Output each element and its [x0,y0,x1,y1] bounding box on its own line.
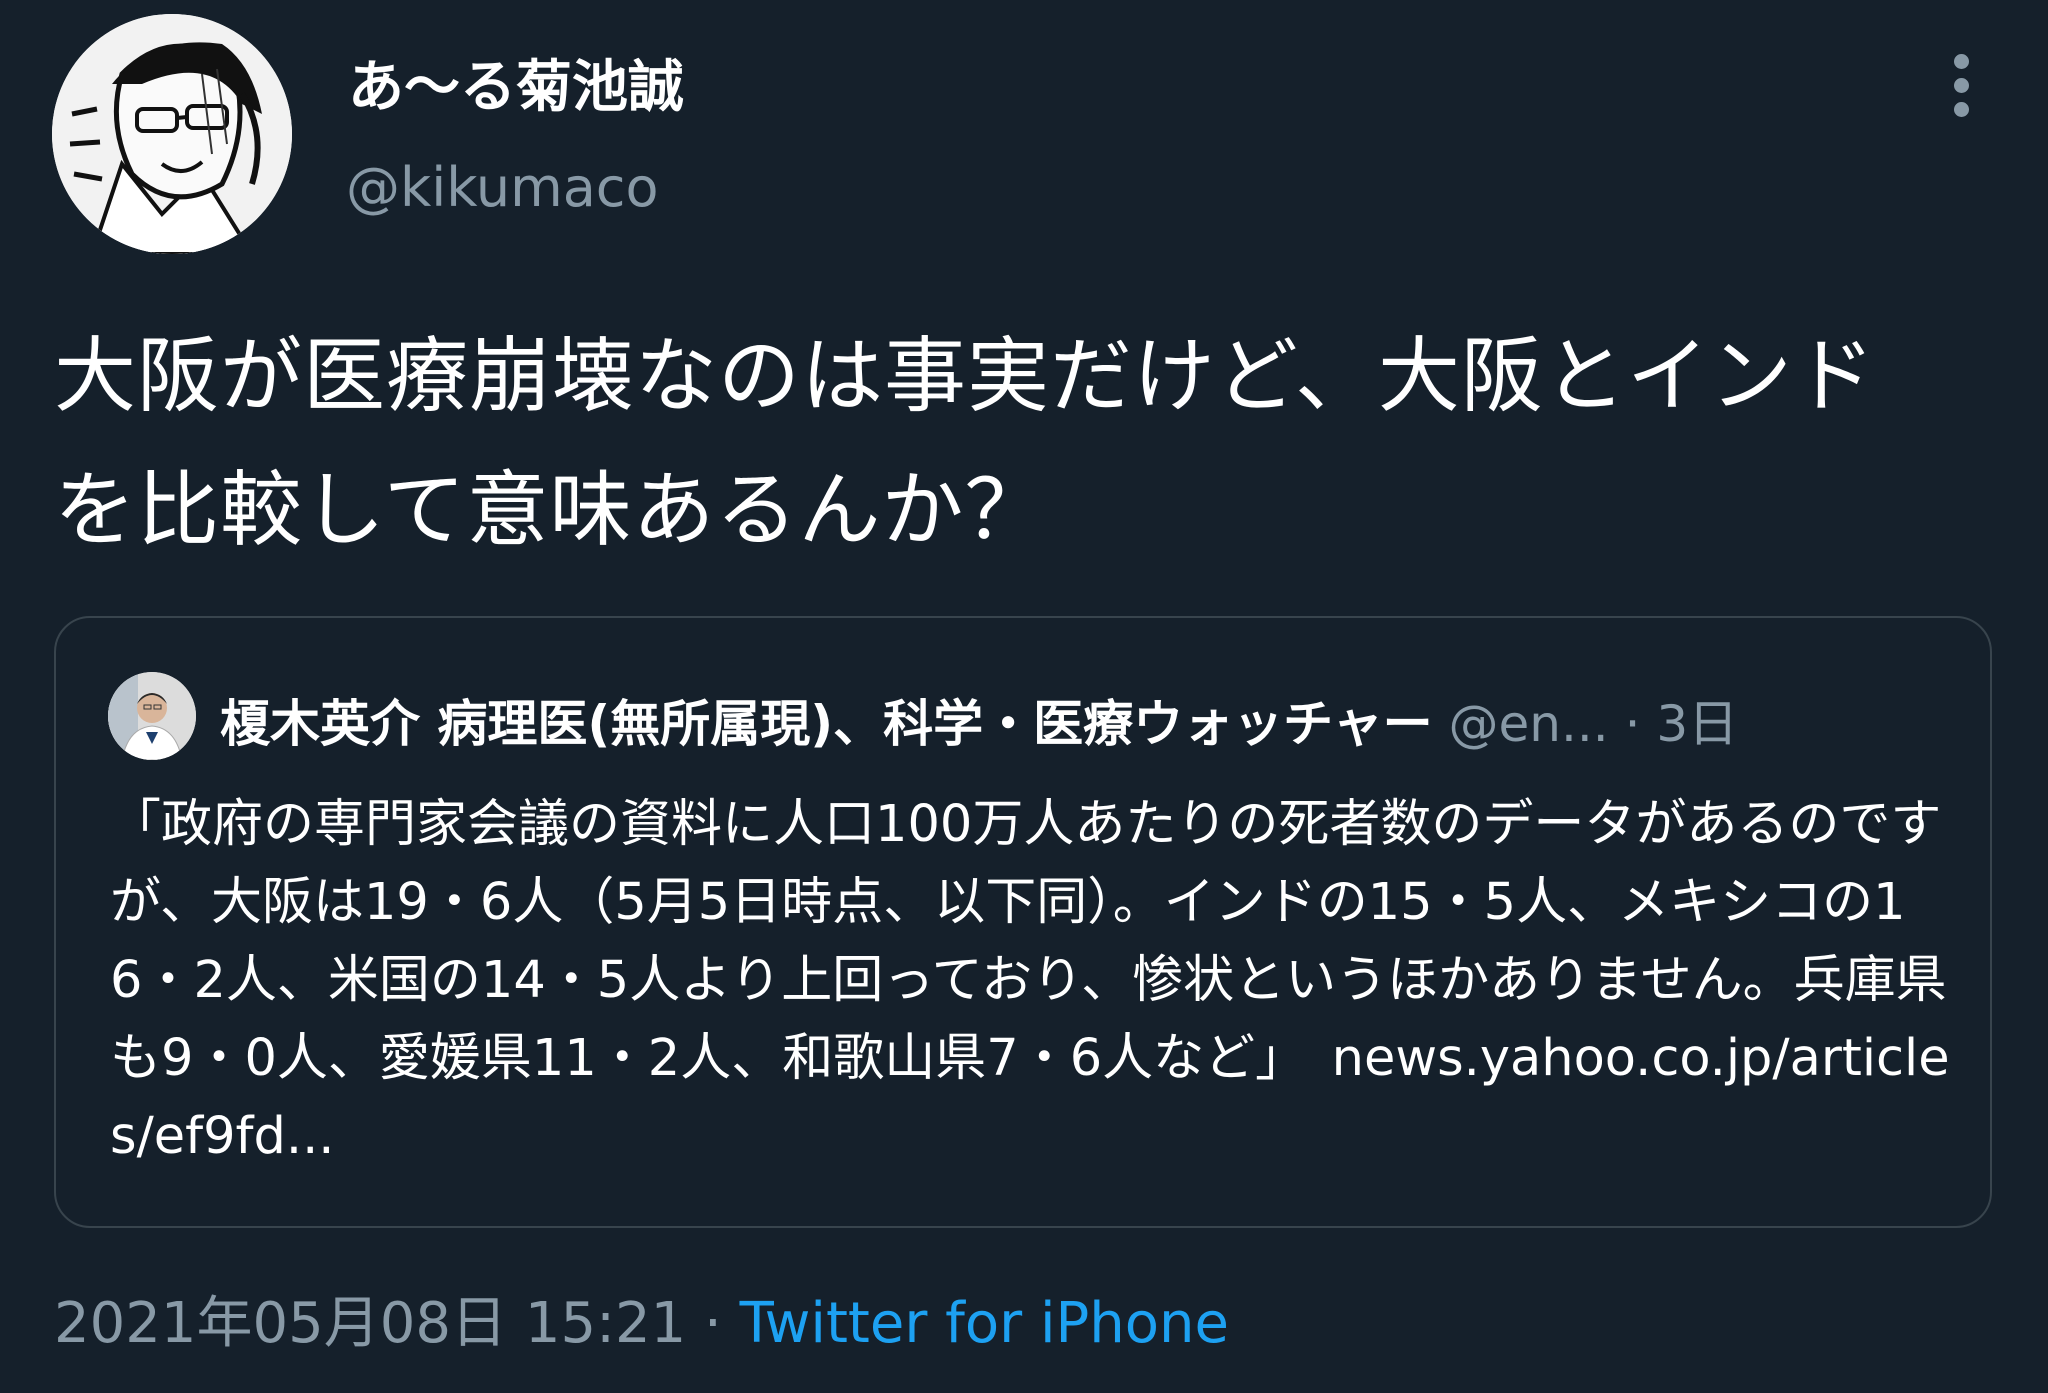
header-separator: · [1624,695,1641,753]
quoted-tweet-time[interactable]: 3日 [1656,695,1738,753]
tweet-source-link[interactable]: Twitter for iPhone [740,1291,1229,1356]
author-avatar[interactable] [52,14,292,254]
quoted-author-avatar[interactable] [108,672,196,760]
quoted-author-name[interactable]: 榎木英介 病理医(無所属現)、科学・医療ウォッチャー [220,695,1433,753]
more-dot [1954,78,1969,93]
avatar-illustration [52,14,292,254]
tweet-text-line: を比較して意味あるんか？ [54,463,1048,558]
tweet-meta: 2021年05月08日 15:21 · Twitter for iPhone [54,1278,1229,1359]
quoted-tweet[interactable]: 榎木英介 病理医(無所属現)、科学・医療ウォッチャー @en... · 3日 「… [54,616,1992,1228]
tweet-timestamp[interactable]: 2021年05月08日 15:21 [54,1291,686,1356]
quoted-tweet-header: 榎木英介 病理医(無所属現)、科学・医療ウォッチャー @en... · 3日 [220,684,1950,754]
quoted-tweet-text: 「政府の専門家会議の資料に人口100万人あたりの死者数のデータがあるのですが、大… [110,786,1970,1176]
author-display-name[interactable]: あ〜る菊池誠 [348,42,684,123]
tweet-text-line: 大阪が医療崩壊なのは事実だけど、大阪とインド [54,329,1876,424]
quote-avatar-photo [108,672,196,760]
tweet-card: あ〜る菊池誠 @kikumaco 大阪が医療崩壊なのは事実だけど、大阪とインド … [0,0,2048,1393]
meta-separator: · [704,1291,722,1356]
quoted-author-handle[interactable]: @en... [1449,695,1609,753]
more-options-icon[interactable] [1942,52,1982,118]
more-dot [1954,54,1969,69]
author-handle[interactable]: @kikumaco [346,156,659,219]
more-dot [1954,102,1969,117]
tweet-text: 大阪が医療崩壊なのは事実だけど、大阪とインド を比較して意味あるんか？ [54,310,1994,578]
